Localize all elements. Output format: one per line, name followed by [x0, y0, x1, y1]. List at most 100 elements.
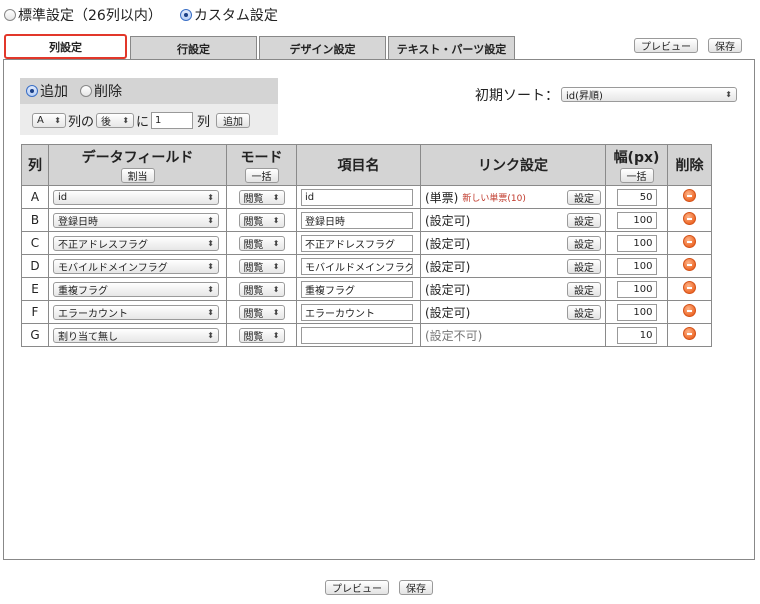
width-input[interactable]: 100: [616, 257, 657, 275]
preview-button-bottom[interactable]: プレビュー: [325, 580, 389, 595]
minus-circle-icon[interactable]: [683, 212, 696, 225]
row-link-cell: (設定不可): [420, 323, 606, 347]
remove-radio-label[interactable]: 削除: [94, 81, 122, 101]
data-field-select[interactable]: 不正アドレスフラグ ⬍: [53, 235, 219, 251]
item-name-input[interactable]: 重複フラグ: [301, 280, 413, 298]
minus-circle-icon[interactable]: [683, 304, 696, 317]
data-field-select[interactable]: 登録日時 ⬍: [53, 212, 219, 228]
width-input[interactable]: 100: [616, 280, 657, 298]
mode-select[interactable]: 閲覧 ⬍: [238, 304, 285, 320]
updown-arrow-icon: ⬍: [272, 330, 280, 340]
row-delete-cell: [667, 231, 712, 255]
tab-column-settings[interactable]: 列設定: [4, 34, 127, 59]
text-retsu: 列: [197, 115, 211, 130]
data-field-value: 割り当て無し: [58, 331, 118, 343]
item-name-input[interactable]: [301, 326, 413, 344]
minus-circle-icon[interactable]: [683, 189, 696, 202]
item-name-input[interactable]: モバイルドメインフラグ: [301, 257, 413, 275]
preview-button-top[interactable]: プレビュー: [634, 38, 698, 53]
remove-radio[interactable]: [80, 85, 92, 97]
item-name-input[interactable]: id: [301, 188, 413, 206]
width-input[interactable]: 50: [616, 188, 657, 206]
add-radio-label[interactable]: 追加: [40, 81, 68, 101]
link-note[interactable]: 新しい単票(10): [462, 191, 525, 204]
column-settings-table: 列 データフィールド 割当 モード 一括 項目名 リンク設定 幅(px) 一括: [21, 144, 712, 347]
custom-mode-radio[interactable]: [179, 9, 192, 21]
add-column-button[interactable]: 追加: [216, 113, 251, 128]
updown-arrow-icon: ⬍: [272, 215, 280, 225]
row-item-cell: エラーカウント: [296, 300, 421, 324]
initial-sort-select[interactable]: id(昇順) ⬍: [561, 87, 737, 102]
standard-mode-radio[interactable]: [4, 9, 16, 21]
header-width: 幅(px) 一括: [605, 144, 668, 186]
data-field-value: モバイルドメインフラグ: [58, 262, 168, 274]
link-settings-button[interactable]: 設定: [567, 258, 601, 274]
mode-value: 閲覧: [243, 239, 264, 251]
row-delete-cell: [667, 185, 712, 209]
link-status: (設定可): [425, 305, 471, 320]
save-button-top[interactable]: 保存: [708, 38, 742, 53]
tab-row-settings[interactable]: 行設定: [130, 36, 257, 60]
mode-select[interactable]: 閲覧 ⬍: [238, 189, 285, 205]
width-bulk-button[interactable]: 一括: [619, 168, 654, 183]
position-select[interactable]: 後 ⬍: [96, 113, 135, 128]
column-count-input[interactable]: 1: [151, 112, 194, 129]
row-link-cell: (設定可) 設定: [420, 300, 606, 324]
mode-select[interactable]: 閲覧 ⬍: [238, 212, 285, 228]
row-field-cell: エラーカウント ⬍: [48, 300, 227, 324]
table-row: B 登録日時 ⬍ 閲覧 ⬍ 登録日時 (設定可) 設定 100: [21, 208, 712, 232]
row-mode-cell: 閲覧 ⬍: [226, 254, 297, 278]
header-data-field: データフィールド 割当: [48, 144, 227, 186]
width-input[interactable]: 100: [616, 303, 657, 321]
data-field-value: 重複フラグ: [58, 285, 108, 297]
custom-mode-label[interactable]: カスタム設定: [194, 5, 278, 25]
minus-circle-icon[interactable]: [683, 281, 696, 294]
minus-circle-icon[interactable]: [683, 235, 696, 248]
standard-mode-label[interactable]: 標準設定（26列以内）: [18, 5, 162, 25]
link-settings-button[interactable]: 設定: [567, 189, 601, 205]
row-mode-cell: 閲覧 ⬍: [226, 277, 297, 301]
width-input[interactable]: 10: [616, 326, 657, 344]
row-link-cell: (設定可) 設定: [420, 208, 606, 232]
link-settings-button[interactable]: 設定: [567, 212, 601, 228]
assign-button[interactable]: 割当: [120, 168, 155, 183]
data-field-select[interactable]: モバイルドメインフラグ ⬍: [53, 258, 219, 274]
link-settings-button[interactable]: 設定: [567, 281, 601, 297]
row-column-letter: E: [21, 277, 49, 301]
header-item-name: 項目名: [296, 144, 421, 186]
target-column-value: A: [37, 115, 44, 126]
row-width-cell: 100: [605, 277, 668, 301]
item-name-input[interactable]: エラーカウント: [301, 303, 413, 321]
data-field-select[interactable]: 重複フラグ ⬍: [53, 281, 219, 297]
mode-value: 閲覧: [243, 285, 264, 297]
table-row: C 不正アドレスフラグ ⬍ 閲覧 ⬍ 不正アドレスフラグ (設定可) 設定 100: [21, 231, 712, 255]
minus-circle-icon[interactable]: [683, 327, 696, 340]
initial-sort-label: 初期ソート：: [475, 88, 559, 104]
mode-select[interactable]: 閲覧 ⬍: [238, 235, 285, 251]
minus-circle-icon[interactable]: [683, 258, 696, 271]
mode-bulk-button[interactable]: 一括: [244, 168, 279, 183]
mode-select[interactable]: 閲覧 ⬍: [238, 281, 285, 297]
data-field-select[interactable]: 割り当て無し ⬍: [53, 327, 219, 343]
mode-value: 閲覧: [243, 331, 264, 343]
tab-design-settings[interactable]: デザイン設定: [259, 36, 386, 60]
mode-value: 閲覧: [243, 193, 264, 205]
item-name-input[interactable]: 登録日時: [301, 211, 413, 229]
mode-select[interactable]: 閲覧 ⬍: [238, 258, 285, 274]
item-name-input[interactable]: 不正アドレスフラグ: [301, 234, 413, 252]
row-width-cell: 10: [605, 323, 668, 347]
target-column-select[interactable]: A ⬍: [32, 113, 66, 128]
link-status: (設定可): [425, 259, 471, 274]
data-field-select[interactable]: エラーカウント ⬍: [53, 304, 219, 320]
save-button-bottom[interactable]: 保存: [399, 580, 433, 595]
width-input[interactable]: 100: [616, 211, 657, 229]
link-settings-button[interactable]: 設定: [567, 235, 601, 251]
width-input[interactable]: 100: [616, 234, 657, 252]
link-settings-button[interactable]: 設定: [567, 304, 601, 320]
tab-text-parts-settings[interactable]: テキスト・パーツ設定: [388, 36, 515, 60]
mode-value: 閲覧: [243, 262, 264, 274]
mode-select[interactable]: 閲覧 ⬍: [238, 327, 285, 343]
data-field-select[interactable]: id ⬍: [53, 189, 219, 205]
add-radio[interactable]: [26, 85, 38, 97]
updown-arrow-icon: ⬍: [272, 192, 280, 202]
